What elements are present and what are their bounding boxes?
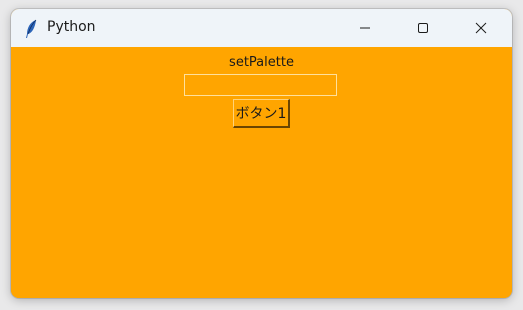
minimize-button[interactable] (342, 9, 388, 47)
minimize-icon (359, 19, 371, 38)
close-icon (475, 19, 487, 38)
feather-icon (23, 19, 39, 39)
close-button[interactable] (458, 9, 504, 47)
title-bar[interactable]: Python (11, 9, 512, 47)
text-entry[interactable] (184, 74, 337, 96)
maximize-icon (417, 19, 429, 38)
window-title: Python (47, 19, 96, 35)
palette-label: setPalette (229, 55, 294, 70)
client-area: setPalette ボタン1 (11, 47, 512, 298)
button-1[interactable]: ボタン1 (233, 99, 290, 128)
maximize-button[interactable] (400, 9, 446, 47)
app-window: Python setPalette ボタン1 (11, 9, 512, 298)
